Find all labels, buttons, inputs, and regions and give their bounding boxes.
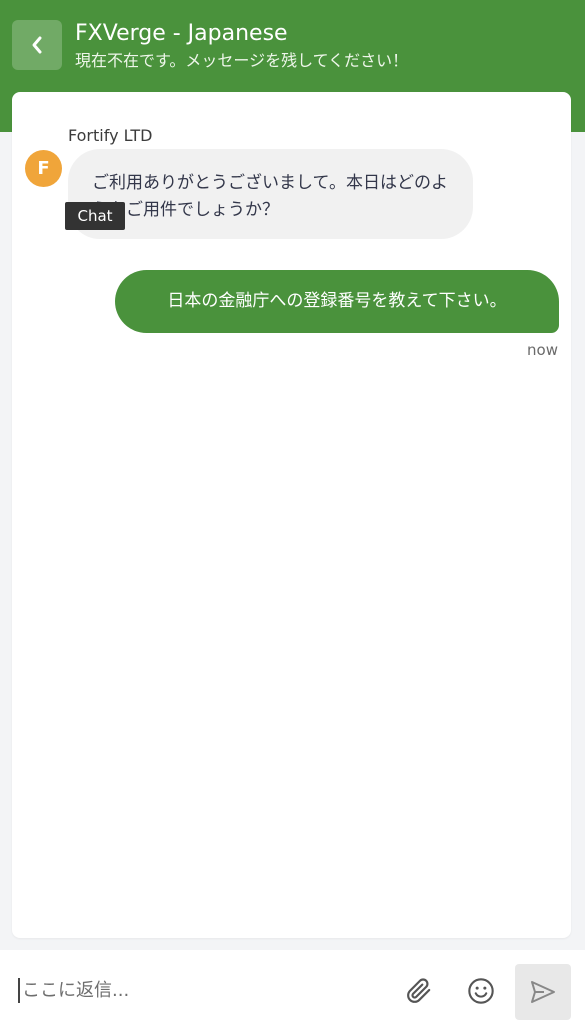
chat-tooltip: Chat (65, 202, 125, 230)
outgoing-message-bubble: 日本の金融庁への登録番号を教えて下さい。 (115, 270, 559, 333)
attach-button[interactable] (404, 976, 434, 1006)
away-status-text: 現在不在です。メッセージを残してください！ (75, 51, 409, 70)
paperclip-icon (407, 978, 431, 1003)
agent-avatar: F (25, 150, 62, 187)
sender-name: Fortify LTD (68, 126, 153, 145)
send-icon (531, 981, 555, 1003)
reply-input[interactable] (18, 978, 392, 1003)
smiley-icon (468, 978, 494, 1004)
chat-title: FXVerge - Japanese (75, 21, 288, 46)
send-button[interactable] (515, 964, 571, 1020)
incoming-message-bubble: ご利用ありがとうございまして。本日はどのようなご用件でしょうか？ (68, 149, 473, 239)
back-button[interactable] (12, 20, 62, 70)
message-composer (0, 950, 585, 1024)
message-timestamp: now (527, 341, 558, 359)
emoji-button[interactable] (466, 976, 496, 1006)
chevron-left-icon (32, 36, 42, 54)
